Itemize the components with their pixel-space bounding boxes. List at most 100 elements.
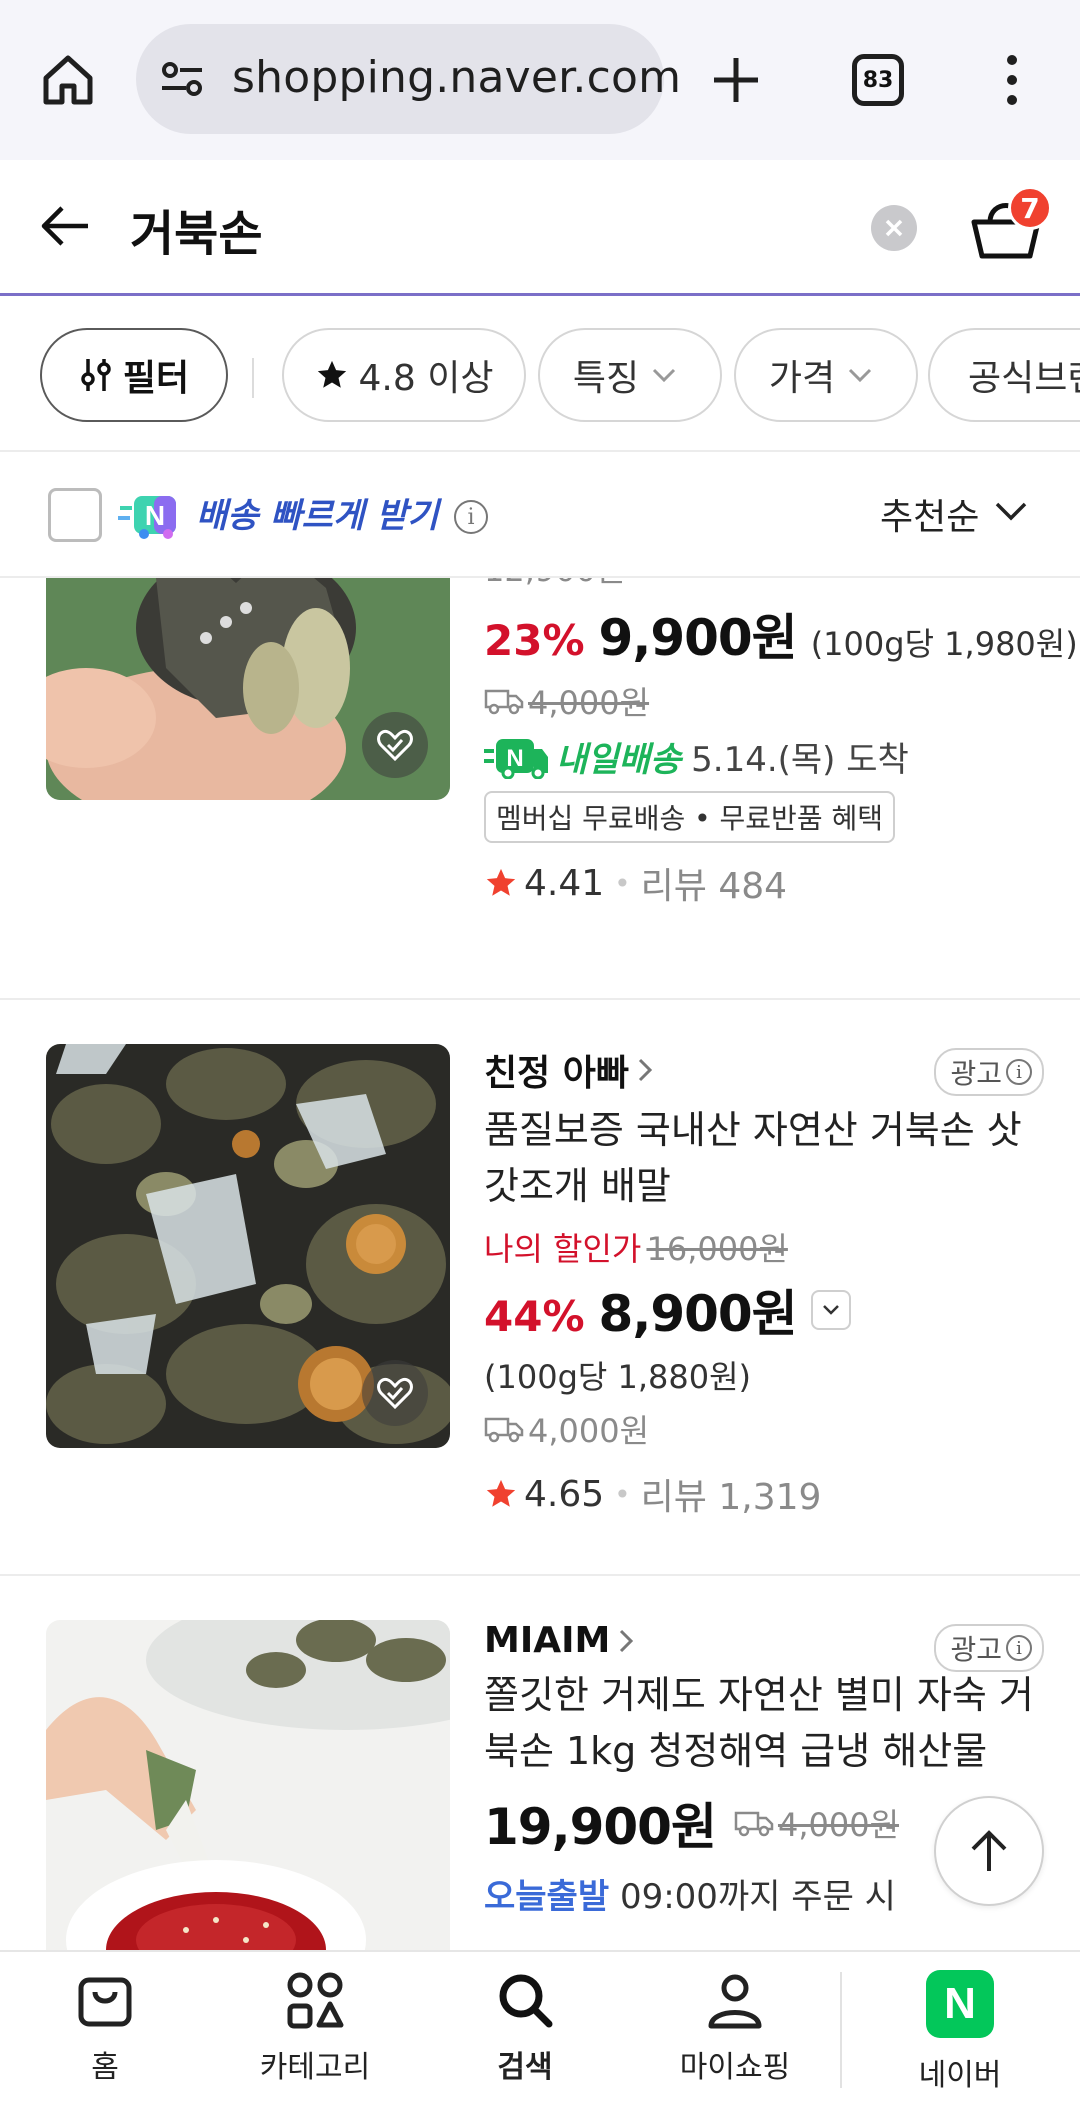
discount-rate: 23%: [484, 616, 585, 665]
dispatch-tag: 오늘출발: [484, 1877, 610, 1917]
search-query[interactable]: 거북손: [130, 194, 262, 264]
seller-name: MIAIM: [484, 1620, 611, 1661]
filter-button[interactable]: 필터: [40, 328, 228, 422]
chevron-down-icon[interactable]: [994, 500, 1028, 522]
chevron-right-icon: [638, 1058, 653, 1082]
price-filter-chip[interactable]: 가격: [734, 328, 918, 422]
unit-price: (100g당 1,980원): [810, 625, 1078, 663]
rating-filter-chip[interactable]: 4.8 이상: [282, 328, 526, 422]
shipping-fee: 4,000원: [484, 678, 1044, 724]
chevron-down-icon: [822, 1305, 839, 1315]
naver-logo-icon: N: [926, 1970, 994, 2038]
star-icon: [486, 1479, 516, 1507]
rating-row: 4.41 • 리뷰 484: [484, 857, 1044, 909]
nav-category[interactable]: 카테고리: [225, 1970, 405, 2086]
url-bar[interactable]: shopping.naver.com: [136, 24, 681, 134]
product-name[interactable]: 쫄깃한 거제도 자연산 별미 자숙 거북손 1kg 청정해역 급냉 해산물: [484, 1667, 1044, 1779]
product-card[interactable]: 친정 아빠 광고 i 품질보증 국내산 자연산 거북손 삿갓조개 배말 나의 할…: [0, 1000, 1080, 1576]
brand-filter-chip[interactable]: 공식브랜: [928, 328, 1080, 422]
svg-text:N: N: [145, 500, 165, 531]
feature-filter-chip[interactable]: 특징: [538, 328, 722, 422]
star-icon: [317, 360, 346, 388]
feature-filter-label: 특징: [572, 358, 640, 399]
sale-price: 19,900원: [484, 1798, 717, 1856]
delivery-date: 5.14.(목) 도착: [691, 740, 909, 780]
wishlist-button[interactable]: [362, 1360, 428, 1426]
arrow-up-icon: [971, 1830, 1007, 1871]
discount-rate: 44%: [484, 1292, 585, 1341]
chevron-down-icon: [653, 368, 676, 383]
clear-search-button[interactable]: [871, 205, 917, 251]
product-list: 12,900원 23% 9,900원 (100g당 1,980원) 4,000원…: [0, 578, 1080, 1950]
home-icon[interactable]: [38, 50, 98, 110]
nav-search[interactable]: 검색: [435, 1970, 615, 2086]
nav-home-label: 홈: [91, 2050, 119, 2085]
fast-delivery-checkbox[interactable]: [48, 488, 102, 542]
original-price: 12,900원: [484, 578, 1044, 590]
back-arrow-icon[interactable]: [38, 198, 94, 254]
site-settings-icon[interactable]: [158, 54, 208, 104]
nav-naver[interactable]: N 네이버: [870, 1970, 1050, 2094]
delivery-tag: 내일배송: [556, 740, 682, 780]
star-icon: [486, 868, 516, 896]
price-filter-label: 가격: [768, 358, 836, 399]
unit-price: (100g당 1,880원): [484, 1358, 752, 1396]
product-card[interactable]: MIAIM 광고 i 쫄깃한 거제도 자연산 별미 자숙 거북손 1kg 청정해…: [0, 1576, 1080, 1950]
seller-name: 친정 아빠: [484, 1053, 630, 1094]
product-info: 친정 아빠 광고 i 품질보증 국내산 자연산 거북손 삿갓조개 배말 나의 할…: [484, 1044, 1044, 1518]
product-image[interactable]: [46, 1620, 450, 1950]
svg-text:N: N: [506, 745, 523, 772]
price-detail-toggle[interactable]: [810, 1290, 851, 1330]
filter-bar: 필터 4.8 이상 특징 가격 공식브랜: [0, 296, 1080, 452]
review-count[interactable]: 리뷰 1,319: [641, 1468, 822, 1520]
shipping-fee-value: 4,000원: [528, 1412, 650, 1450]
shopping-bag-icon: [78, 1977, 132, 2027]
browser-toolbar: shopping.naver.com 83: [0, 0, 1080, 160]
naver-delivery-icon: N: [118, 496, 176, 539]
sale-price: 9,900원: [598, 609, 798, 667]
delivery-info: N 내일배송 5.14.(목) 도착: [484, 732, 1044, 781]
nav-divider: [840, 1972, 842, 2088]
product-name[interactable]: 품질보증 국내산 자연산 거북손 삿갓조개 배말: [484, 1102, 1044, 1214]
new-tab-icon[interactable]: [706, 50, 766, 110]
tab-count: 83: [862, 67, 894, 93]
more-menu-icon[interactable]: [990, 50, 1034, 110]
truck-icon: [484, 689, 524, 715]
shipping-fee-value: 4,000원: [528, 684, 650, 722]
original-price: 16,000원: [646, 1230, 788, 1268]
fast-delivery-label[interactable]: 배송 빠르게 받기: [196, 488, 439, 537]
ad-badge[interactable]: 광고 i: [934, 1624, 1044, 1672]
nav-naver-label: 네이버: [918, 2058, 1002, 2093]
info-icon[interactable]: i: [454, 500, 488, 534]
separator-dot: •: [614, 866, 631, 900]
product-image[interactable]: [46, 1044, 450, 1448]
filter-label: 필터: [122, 358, 190, 399]
truck-icon: [734, 1811, 774, 1837]
options-row: N 배송 빠르게 받기 i 추천순: [0, 452, 1080, 578]
search-icon: [499, 1974, 553, 2028]
close-icon: [885, 219, 903, 237]
scroll-to-top-button[interactable]: [934, 1796, 1044, 1906]
review-count[interactable]: 리뷰 484: [641, 857, 787, 909]
product-image[interactable]: [46, 578, 450, 800]
product-info: 12,900원 23% 9,900원 (100g당 1,980원) 4,000원…: [484, 578, 1078, 909]
product-card[interactable]: 12,900원 23% 9,900원 (100g당 1,980원) 4,000원…: [0, 578, 1080, 1000]
separator-dot: •: [614, 1477, 631, 1511]
product-photo: [46, 1620, 450, 1950]
nav-home[interactable]: 홈: [15, 1970, 195, 2086]
wishlist-button[interactable]: [362, 712, 428, 778]
brand-filter-label: 공식브랜: [968, 358, 1080, 399]
chevron-down-icon: [849, 368, 872, 383]
benefit-badge: 멤버십 무료배송 • 무료반품 혜택: [484, 791, 895, 843]
tab-switcher-button[interactable]: 83: [852, 54, 904, 106]
nav-category-label: 카테고리: [259, 2050, 371, 2085]
ad-label: 광고: [950, 1633, 1002, 1666]
sort-dropdown[interactable]: 추천순: [880, 488, 979, 540]
ad-badge[interactable]: 광고 i: [934, 1048, 1044, 1096]
my-discount-label: 나의 할인가: [484, 1230, 642, 1268]
shipping-fee-value: 4,000원: [777, 1806, 900, 1844]
nav-my-shopping[interactable]: 마이쇼핑: [645, 1970, 825, 2086]
rating-score: 4.41: [524, 862, 605, 904]
heart-icon: [377, 729, 413, 761]
nav-search-label: 검색: [497, 2050, 553, 2085]
